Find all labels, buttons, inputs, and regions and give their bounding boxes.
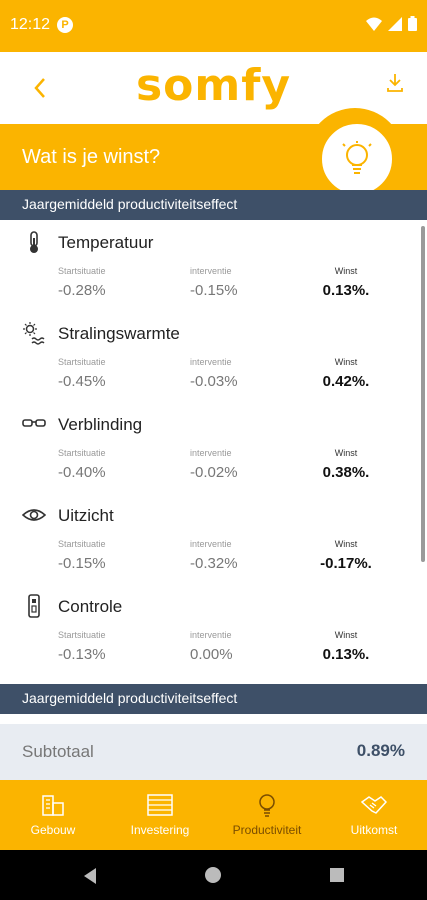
battery-icon [408, 16, 417, 31]
hero-icon-circle [322, 124, 392, 194]
tab-label: Uitkomst [350, 823, 398, 837]
wifi-icon [366, 17, 382, 31]
intervention-value: -0.02% [190, 464, 238, 481]
win-label: Winst [334, 630, 358, 640]
start-label: Startsituatie [58, 448, 106, 458]
tab-label: Productiviteit [232, 823, 302, 837]
intervention-value: -0.32% [190, 555, 238, 572]
item-name: Verblinding [58, 415, 143, 434]
start-value: -0.40% [58, 464, 106, 481]
start-value: -0.28% [58, 282, 106, 299]
tab-uitkomst[interactable]: Uitkomst [321, 780, 427, 850]
subtotal-label: Subtotaal [22, 742, 94, 761]
system-nav-bar [0, 850, 427, 900]
glasses-icon [22, 419, 46, 427]
start-label: Startsituatie [58, 266, 106, 276]
somfy-logo: somfy [135, 60, 292, 111]
nav-back-icon[interactable] [82, 867, 98, 885]
list-item: Uitzicht Startsituatie -0.15% interventie… [0, 493, 427, 584]
start-label: Startsituatie [58, 630, 106, 640]
item-name: Stralingswarmte [58, 324, 180, 343]
thermometer-icon [30, 231, 38, 253]
tab-investering[interactable]: Investering [107, 780, 213, 850]
intervention-label: interventie [190, 630, 232, 640]
p-icon: P [57, 17, 73, 33]
signal-icon [388, 16, 402, 31]
subtotal-row: Subtotaal 0.89% [0, 724, 427, 780]
remote-control-icon [28, 594, 40, 618]
handshake-icon [361, 796, 387, 814]
tab-gebouw[interactable]: Gebouw [0, 780, 106, 850]
win-label: Winst [334, 266, 358, 276]
intervention-label: interventie [190, 448, 232, 458]
tab-productiviteit[interactable]: Productiviteit [214, 780, 320, 850]
status-time: 12:12 [10, 16, 51, 33]
intervention-label: interventie [190, 539, 232, 549]
list-item: Verblinding Startsituatie -0.40% interven… [0, 402, 427, 493]
item-name: Uitzicht [58, 506, 114, 525]
item-name: Controle [58, 597, 123, 616]
start-value: -0.13% [58, 646, 106, 663]
tab-label: Investering [130, 823, 190, 837]
win-value: 0.13%. [322, 282, 370, 299]
section-header: Jaargemiddeld productiviteitseffect [0, 190, 427, 220]
building-icon [42, 795, 64, 816]
status-bar: 12:12 P [0, 0, 427, 52]
footer-section-header: Jaargemiddeld productiviteitseffect [0, 684, 427, 714]
footer-header-label: Jaargemiddeld productiviteitseffect [22, 690, 238, 706]
item-name: Temperatuur [58, 233, 154, 252]
sun-heat-icon [23, 322, 45, 345]
start-value: -0.15% [58, 555, 106, 572]
tab-label: Gebouw [30, 823, 76, 837]
win-label: Winst [334, 539, 358, 549]
nav-home-icon[interactable] [205, 867, 221, 883]
start-value: -0.45% [58, 373, 106, 390]
win-label: Winst [334, 448, 358, 458]
intervention-label: interventie [190, 357, 232, 367]
download-icon[interactable] [385, 70, 405, 94]
intervention-value: -0.03% [190, 373, 238, 390]
subtotal-value: 0.89% [356, 741, 405, 760]
start-label: Startsituatie [58, 357, 106, 367]
hero-title: Wat is je winst? [22, 146, 161, 168]
win-value: -0.17%. [320, 555, 372, 572]
intervention-value: 0.00% [190, 646, 233, 663]
start-label: Startsituatie [58, 539, 106, 549]
eye-icon [22, 509, 46, 521]
lightbulb-icon [259, 794, 275, 817]
table-icon [147, 794, 173, 816]
win-value: 0.42%. [322, 373, 370, 390]
win-value: 0.38%. [322, 464, 370, 481]
list-item: Stralingswarmte Startsituatie -0.45% inte… [0, 311, 427, 402]
list-item: Controle Startsituatie -0.13% interventie… [0, 584, 427, 675]
scrollbar[interactable] [421, 226, 425, 562]
nav-recents-icon[interactable] [330, 868, 344, 882]
list-item: Temperatuur Startsituatie -0.28% interven… [0, 220, 427, 311]
intervention-label: interventie [190, 266, 232, 276]
section-header-label: Jaargemiddeld productiviteitseffect [22, 196, 238, 212]
intervention-value: -0.15% [190, 282, 238, 299]
lightbulb-icon [342, 141, 372, 174]
effects-list: Temperatuur Startsituatie -0.28% interven… [0, 220, 427, 675]
win-label: Winst [334, 357, 358, 367]
win-value: 0.13%. [322, 646, 370, 663]
bottom-tab-bar: Gebouw Investering Productiviteit Uitkom… [0, 780, 427, 850]
